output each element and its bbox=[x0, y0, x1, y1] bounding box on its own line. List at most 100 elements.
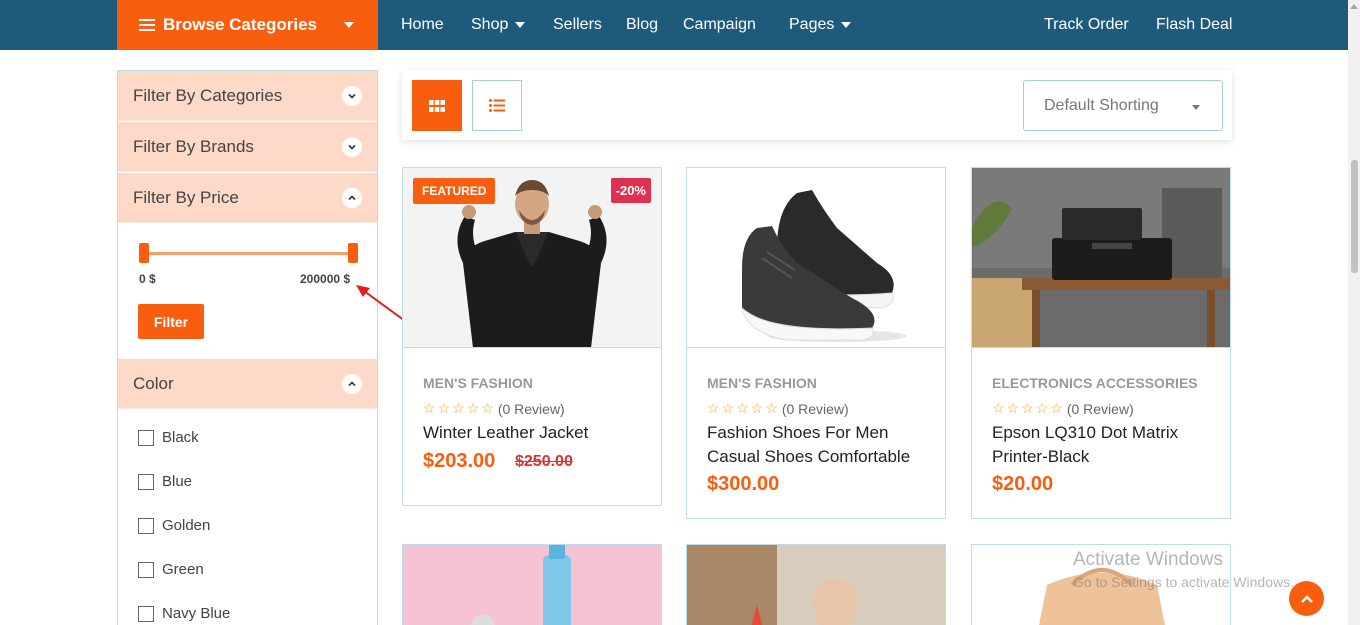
rating-stars: ☆ ☆ ☆ ☆ ☆ (0 Review) bbox=[707, 400, 849, 417]
filter-brands-label: Filter By Brands bbox=[133, 136, 254, 156]
checkbox[interactable] bbox=[138, 473, 154, 490]
product-card[interactable]: MEN'S FASHION ☆ ☆ ☆ ☆ ☆ (0 Review) Fashion S… bbox=[686, 167, 946, 519]
baby-image bbox=[687, 545, 945, 625]
color-option-navy-blue[interactable]: Navy Blue bbox=[138, 605, 230, 622]
discount-badge: -20% bbox=[610, 178, 651, 203]
nav-flash-deal-label: Flash Deal bbox=[1156, 16, 1233, 33]
nav-blog[interactable]: Blog bbox=[626, 0, 658, 50]
chevron-down-icon bbox=[1192, 105, 1200, 110]
filter-categories-label: Filter By Categories bbox=[133, 85, 283, 105]
product-price: $20.00 bbox=[992, 473, 1054, 495]
scroll-up-arrow-icon[interactable] bbox=[1350, 4, 1358, 9]
grid-view-button[interactable] bbox=[412, 80, 462, 131]
star-icon: ☆ bbox=[452, 400, 465, 416]
browse-categories-button[interactable]: Browse Categories bbox=[117, 0, 378, 50]
checkbox[interactable] bbox=[138, 517, 154, 534]
nav-pages[interactable]: Pages bbox=[789, 0, 852, 50]
star-icon: ☆ bbox=[1021, 400, 1034, 416]
filter-button[interactable]: Filter bbox=[138, 304, 204, 339]
product-title[interactable]: Epson LQ310 Dot Matrix Printer-Black bbox=[992, 421, 1222, 469]
nav-sellers[interactable]: Sellers bbox=[553, 0, 602, 50]
filter-color-header[interactable]: Color bbox=[118, 359, 377, 409]
product-card[interactable]: ELECTRONICS ACCESSORIES ☆ ☆ ☆ ☆ ☆ (0 Review)… bbox=[971, 167, 1231, 519]
price-range-track[interactable] bbox=[143, 252, 353, 255]
star-icon: ☆ bbox=[750, 400, 764, 416]
activate-windows-subtitle: Go to Settings to activate Windows. bbox=[1073, 574, 1294, 590]
nav-home-label: Home bbox=[401, 16, 444, 33]
baby-bottle-image bbox=[403, 545, 661, 625]
nav-shop[interactable]: Shop bbox=[471, 0, 526, 50]
rating-stars: ☆ ☆ ☆ ☆ ☆ (0 Review) bbox=[423, 400, 565, 417]
product-category[interactable]: MEN'S FASHION bbox=[707, 375, 817, 391]
filter-price-label: Filter By Price bbox=[133, 187, 239, 207]
review-count: (0 Review) bbox=[1066, 400, 1134, 417]
star-icon: ☆ bbox=[765, 400, 778, 416]
list-view-button[interactable] bbox=[472, 80, 522, 131]
color-label: Green bbox=[162, 561, 204, 578]
review-count: (0 Review) bbox=[781, 400, 849, 417]
shop-toolbar: Default Shorting bbox=[402, 70, 1232, 140]
product-title[interactable]: Fashion Shoes For Men Casual Shoes Comfo… bbox=[707, 421, 937, 469]
product-image[interactable]: FEATURED -20% bbox=[403, 168, 661, 348]
color-label: Golden bbox=[162, 517, 211, 534]
chevron-down-icon bbox=[515, 21, 526, 28]
nav-campaign-label: Campaign bbox=[683, 16, 756, 33]
price-min-handle[interactable] bbox=[139, 243, 149, 263]
featured-badge: FEATURED bbox=[413, 178, 496, 204]
chevron-down-icon bbox=[841, 21, 852, 28]
shoe-image bbox=[687, 168, 945, 347]
chevron-down-icon bbox=[344, 22, 354, 28]
activate-windows-title: Activate Windows bbox=[1073, 549, 1223, 570]
product-price: $203.00 bbox=[423, 450, 496, 472]
nav-track-order-label: Track Order bbox=[1044, 16, 1129, 33]
checkbox[interactable] bbox=[138, 561, 154, 578]
product-card[interactable]: FEATURED -20% MEN'S FASHION ☆ ☆ ☆ ☆ ☆ (0 Rev… bbox=[402, 167, 662, 506]
filter-color-label: Color bbox=[133, 373, 174, 393]
filter-categories-header[interactable]: Filter By Categories bbox=[118, 71, 377, 121]
chevron-up-icon bbox=[1300, 594, 1313, 603]
browse-categories-label: Browse Categories bbox=[163, 15, 317, 34]
nav-campaign[interactable]: Campaign bbox=[683, 0, 756, 50]
nav-home[interactable]: Home bbox=[401, 0, 444, 50]
product-image[interactable] bbox=[972, 168, 1230, 348]
chevron-down-icon[interactable] bbox=[342, 86, 362, 106]
color-option-golden[interactable]: Golden bbox=[138, 517, 210, 534]
product-category[interactable]: ELECTRONICS ACCESSORIES bbox=[992, 375, 1198, 391]
product-card[interactable] bbox=[686, 544, 946, 625]
price-max-handle[interactable] bbox=[348, 243, 358, 263]
top-navbar: Browse Categories Home Shop Sellers Blog… bbox=[0, 0, 1348, 50]
price-min-label: 0 $ bbox=[139, 272, 156, 286]
star-icon: ☆ bbox=[1006, 400, 1020, 416]
color-option-blue[interactable]: Blue bbox=[138, 473, 192, 490]
chevron-up-icon[interactable] bbox=[342, 188, 362, 208]
filter-brands-header[interactable]: Filter By Brands bbox=[118, 122, 377, 172]
back-to-top-button[interactable] bbox=[1289, 581, 1324, 616]
product-category[interactable]: MEN'S FASHION bbox=[423, 375, 533, 391]
nav-track-order[interactable]: Track Order bbox=[1044, 0, 1129, 50]
chevron-down-icon[interactable] bbox=[342, 137, 362, 157]
list-icon bbox=[489, 99, 505, 112]
chevron-up-icon[interactable] bbox=[342, 374, 362, 394]
sort-select[interactable]: Default Shorting bbox=[1023, 80, 1223, 131]
grid-icon bbox=[429, 99, 445, 112]
scrollbar-thumb[interactable] bbox=[1351, 160, 1358, 273]
star-icon: ☆ bbox=[721, 400, 735, 416]
product-card[interactable] bbox=[402, 544, 662, 625]
star-icon: ☆ bbox=[707, 400, 720, 416]
color-label: Black bbox=[162, 429, 199, 446]
product-image[interactable] bbox=[687, 168, 945, 348]
product-price: $300.00 bbox=[707, 473, 780, 495]
color-option-black[interactable]: Black bbox=[138, 429, 199, 446]
filter-price-header[interactable]: Filter By Price bbox=[118, 173, 377, 223]
printer-image bbox=[972, 168, 1230, 347]
price-max-label: 200000 $ bbox=[300, 272, 351, 286]
color-option-green[interactable]: Green bbox=[138, 561, 204, 578]
color-label: Navy Blue bbox=[162, 605, 231, 622]
page-scrollbar[interactable] bbox=[1348, 0, 1360, 625]
checkbox[interactable] bbox=[138, 429, 154, 446]
product-title[interactable]: Winter Leather Jacket bbox=[423, 421, 653, 445]
checkbox[interactable] bbox=[138, 605, 154, 622]
nav-flash-deal[interactable]: Flash Deal bbox=[1156, 0, 1232, 50]
nav-pages-label: Pages bbox=[789, 16, 835, 33]
review-count: (0 Review) bbox=[497, 400, 565, 417]
